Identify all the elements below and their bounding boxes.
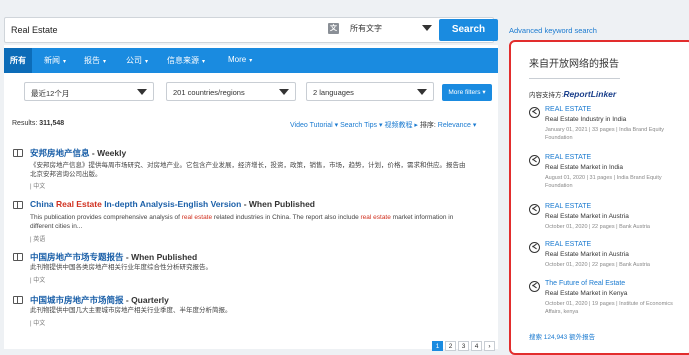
- report-meta: October 01, 2020 | 22 pages | Bank Austr…: [545, 262, 650, 268]
- result-title[interactable]: 安邦房地产信息 - Weekly: [30, 147, 126, 159]
- report-category[interactable]: REAL ESTATE: [545, 154, 591, 161]
- report-meta: August 01, 2020 | 31 pages | India Brand…: [545, 175, 662, 189]
- search-tips-link[interactable]: Search Tips ▾: [340, 122, 382, 129]
- page-button-1[interactable]: 1: [432, 341, 443, 351]
- globe-icon: [529, 281, 540, 292]
- chevron-down-icon: [279, 89, 289, 95]
- result-language: | 中文: [30, 321, 46, 327]
- report-meta: October 01, 2020 | 19 pages | Institute …: [545, 301, 673, 315]
- more-reports-link[interactable]: 搜索 124,943 额外报告: [529, 331, 595, 341]
- powered-by: 内容支持方:ReportLinker: [529, 89, 617, 99]
- chevron-down-icon: ▾: [103, 59, 107, 65]
- page-button-2[interactable]: 2: [445, 341, 456, 351]
- page-button-4[interactable]: 4: [471, 341, 482, 351]
- chevron-down-icon[interactable]: [422, 25, 432, 31]
- language-icon[interactable]: 文: [328, 23, 339, 34]
- globe-icon: [529, 107, 540, 118]
- globe-icon: [529, 155, 540, 166]
- book-icon: [13, 149, 23, 157]
- report-title[interactable]: Real Estate Market in Austria: [545, 251, 629, 258]
- divider: [529, 78, 620, 79]
- advanced-search-link[interactable]: Advanced keyword search: [509, 26, 597, 35]
- result-language: | 英语: [30, 237, 46, 243]
- panel-title: 来自开放网络的报告: [529, 59, 619, 70]
- reportlinker-logo[interactable]: ReportLinker: [563, 89, 616, 99]
- more-filters-button[interactable]: More filters ▾: [442, 84, 492, 101]
- report-meta: October 01, 2020 | 22 pages | Bank Austr…: [545, 224, 650, 230]
- result-description: 此刊物提供中国各类房地产相关行业年度综合性分析研究报告。: [30, 264, 212, 271]
- book-icon: [13, 253, 23, 261]
- result-description: 此刊物提供中国几大主要城市房地产相关行业季度、半年度分析简报。: [30, 307, 232, 314]
- result-language: | 中文: [30, 184, 46, 190]
- report-title[interactable]: Real Estate Industry in India: [545, 116, 626, 123]
- chevron-down-icon: ▾: [63, 59, 67, 65]
- tab-news[interactable]: 新闻 ▾: [44, 55, 66, 66]
- sort-label: 排序:: [419, 122, 436, 129]
- tab-all[interactable]: 所有: [4, 48, 32, 73]
- tab-companies[interactable]: 公司 ▾: [126, 55, 148, 66]
- search-button[interactable]: Search: [439, 19, 498, 41]
- chevron-down-icon: ▾: [202, 59, 206, 65]
- results-count: Results: 311,548: [12, 120, 65, 127]
- region-filter[interactable]: 201 countries/regions: [166, 82, 296, 101]
- tab-sources[interactable]: 信息来源 ▾: [167, 55, 205, 66]
- result-title[interactable]: China Real Estate In-depth Analysis-Engl…: [30, 199, 315, 209]
- result-description: 《安邦房地产信息》提供每周市场研究、对房地产业。它包含产业发展，经济增长，投资，…: [30, 162, 466, 178]
- date-range-filter[interactable]: 最近12个月: [24, 82, 154, 101]
- next-page-button[interactable]: ›: [484, 341, 495, 351]
- language-filter[interactable]: 2 languages: [306, 82, 434, 101]
- tab-more[interactable]: More ▾: [228, 55, 252, 64]
- report-category[interactable]: REAL ESTATE: [545, 241, 591, 248]
- tab-reports[interactable]: 报告 ▾: [84, 55, 106, 66]
- book-icon: [13, 201, 23, 209]
- chevron-down-icon: [137, 89, 147, 95]
- chevron-down-icon: [417, 89, 427, 95]
- book-icon: [13, 296, 23, 304]
- chevron-down-icon: ▾: [145, 59, 149, 65]
- globe-icon: [529, 204, 540, 215]
- category-tab-bar: 所有 新闻 ▾ 报告 ▾ 公司 ▾ 信息来源 ▾ More ▾: [4, 48, 498, 73]
- video-tutorial-link[interactable]: Video Tutorial ▾: [290, 122, 338, 129]
- sort-select[interactable]: Relevance ▾: [438, 122, 477, 129]
- report-title[interactable]: Real Estate Market in Austria: [545, 213, 629, 220]
- result-description: This publication provides comprehensive …: [30, 214, 454, 230]
- video-tutorial-cn-link[interactable]: 视频教程 ▸: [384, 122, 417, 129]
- globe-icon: [529, 242, 540, 253]
- report-category[interactable]: REAL ESTATE: [545, 106, 591, 113]
- chevron-down-icon: ▾: [249, 58, 253, 64]
- result-title[interactable]: 中国城市房地产市场简报 - Quarterly: [30, 294, 169, 306]
- report-category[interactable]: REAL ESTATE: [545, 203, 591, 210]
- report-title[interactable]: Real Estate Market in Kenya: [545, 290, 627, 297]
- result-language: | 中文: [30, 278, 46, 284]
- results-toolbar: Video Tutorial ▾ Search Tips ▾ 视频教程 ▸ 排序…: [290, 120, 476, 130]
- report-meta: January 01, 2021 | 33 pages | India Bran…: [545, 127, 665, 141]
- result-title[interactable]: 中国房地产市场专题报告 - When Published: [30, 251, 197, 263]
- report-category[interactable]: The Future of Real Estate: [545, 280, 625, 287]
- report-title[interactable]: Real Estate Market in India: [545, 164, 623, 171]
- page-button-3[interactable]: 3: [458, 341, 469, 351]
